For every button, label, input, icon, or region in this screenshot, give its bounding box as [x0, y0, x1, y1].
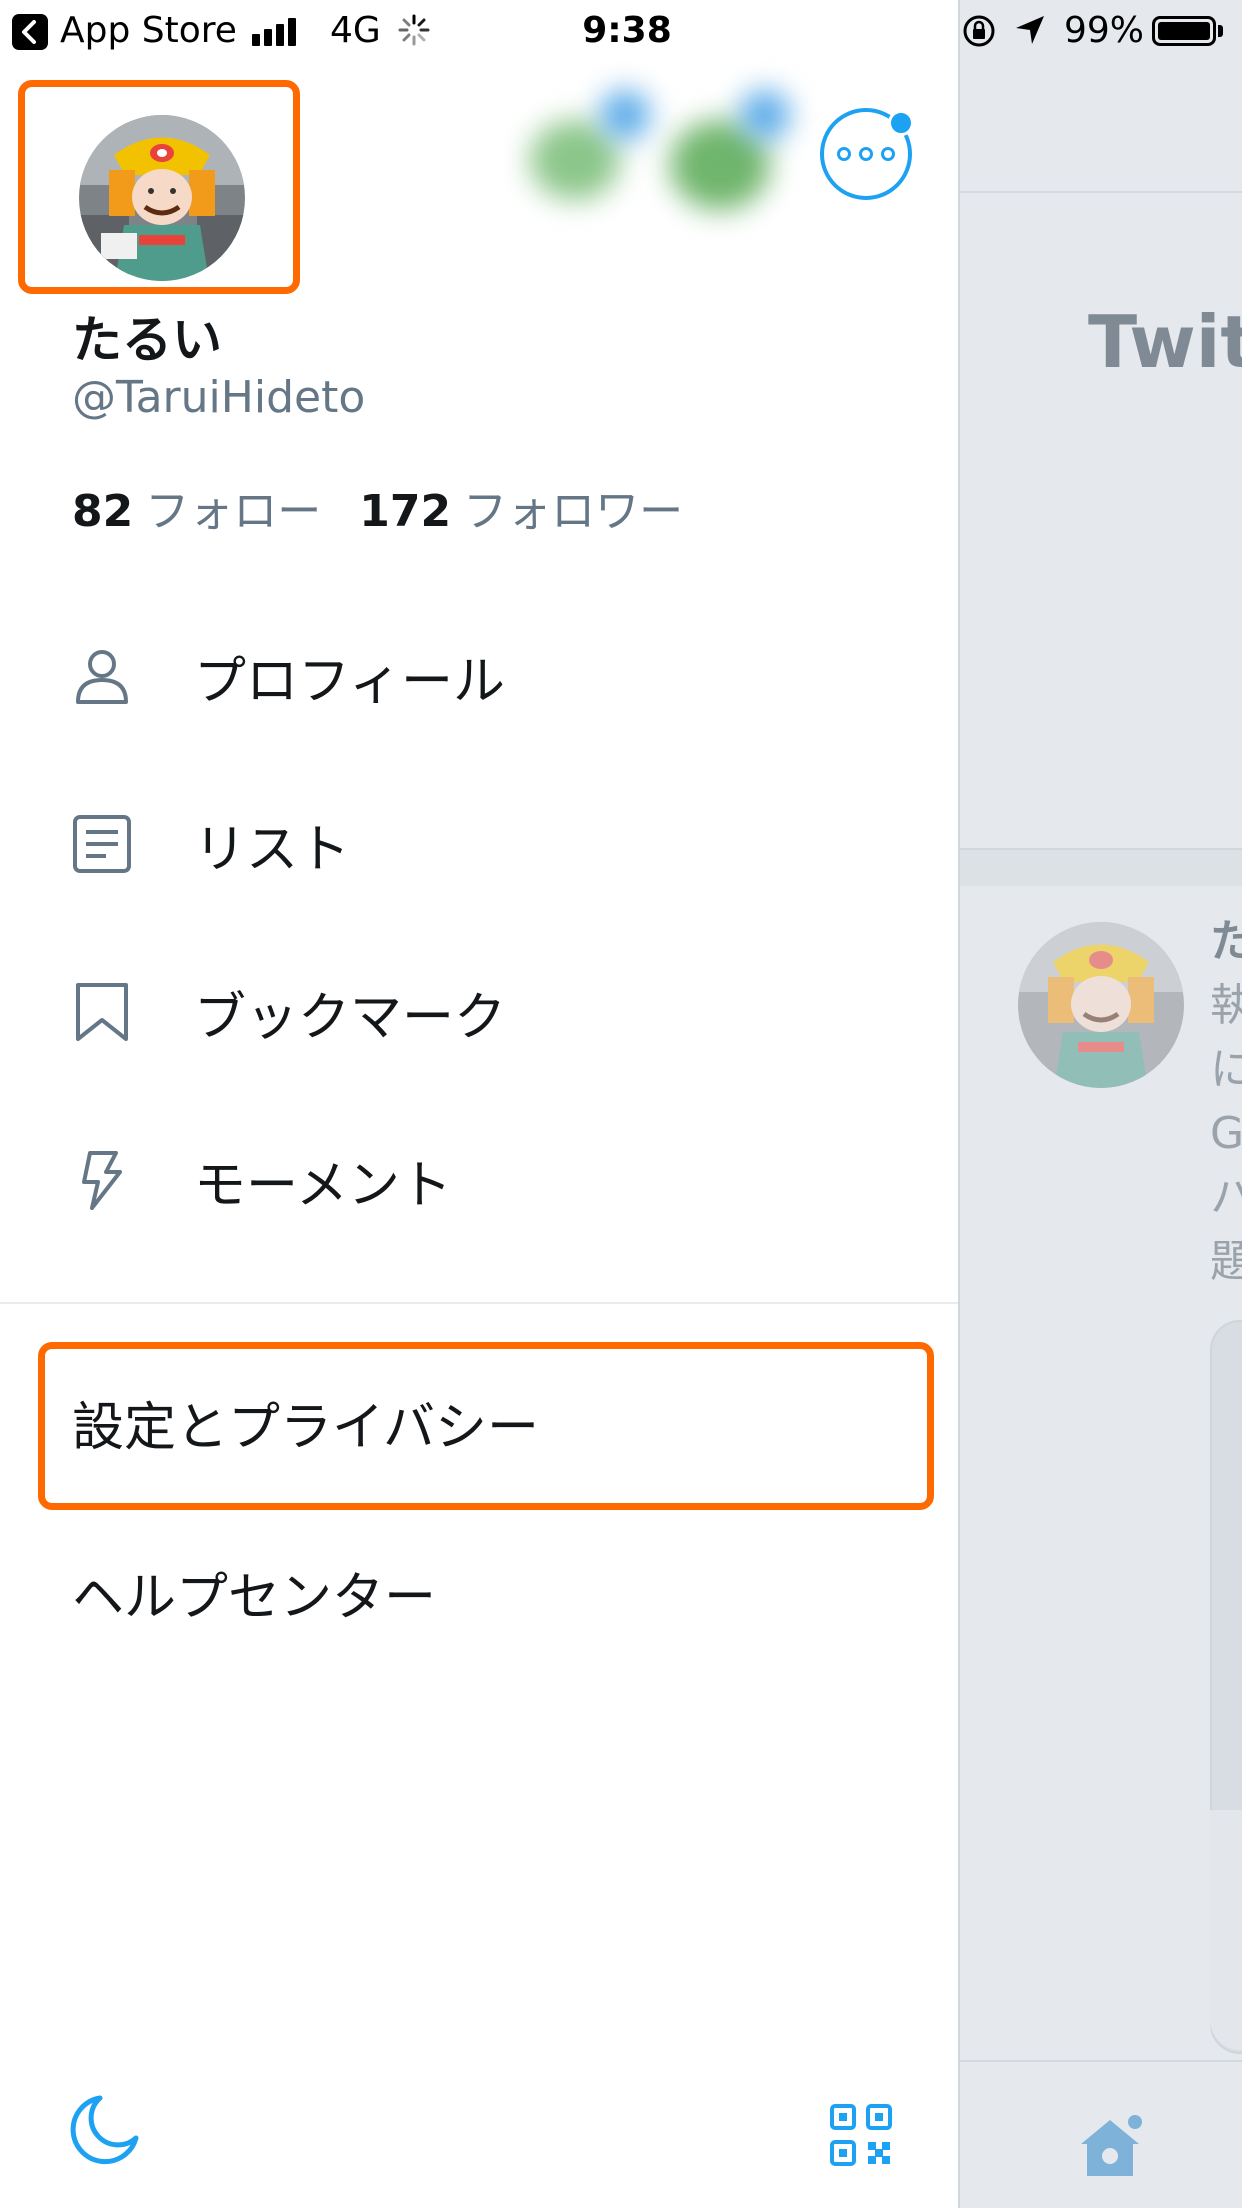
tab-bar — [960, 2060, 1242, 2208]
avatar[interactable] — [79, 115, 245, 281]
list-icon — [72, 814, 132, 874]
menu-item-moments[interactable]: モーメント — [0, 1096, 960, 1264]
followers-label: フォロワー — [463, 486, 684, 537]
location-icon — [1014, 14, 1046, 55]
menu-divider — [0, 1302, 960, 1304]
lightning-icon — [72, 1150, 132, 1210]
person-icon — [72, 646, 132, 706]
user-handle[interactable]: @TaruiHideto — [72, 372, 365, 423]
menu-label-lists: リスト — [194, 819, 351, 880]
display-name[interactable]: たるい — [72, 300, 222, 372]
tweet-avatar[interactable] — [1018, 922, 1184, 1088]
timeline-separator — [960, 848, 1242, 886]
menu-item-bookmarks[interactable]: ブックマーク — [0, 928, 960, 1096]
status-bar: App Store 4G 9:38 99% — [0, 0, 1242, 60]
battery-tip — [1218, 25, 1223, 37]
battery-icon — [1152, 16, 1216, 46]
timeline-title: Twitt — [1088, 300, 1242, 384]
drawer-edge — [958, 0, 960, 2208]
bookmark-icon — [72, 982, 132, 1042]
menu-label-moments: モーメント — [194, 1155, 452, 1216]
timeline-background[interactable]: Twitt た 執 に G ハ 題 — [960, 0, 1242, 2208]
notification-badge — [888, 110, 914, 136]
menu-label-bookmarks: ブックマーク — [194, 987, 507, 1048]
avatar-highlight — [18, 80, 300, 294]
side-drawer: たるい @TaruiHideto 82 フォロー 172 フォロワー プロフィール リ… — [0, 0, 960, 2208]
followers-link[interactable]: 172 フォロワー — [359, 486, 683, 537]
qr-code-icon[interactable] — [830, 2104, 892, 2170]
orientation-lock-icon — [962, 14, 996, 57]
following-count: 82 — [72, 486, 134, 537]
clock: 9:38 — [582, 10, 672, 51]
follow-stats: 82 フォロー 172 フォロワー — [72, 475, 683, 539]
tweet-text: た 執 に G ハ 題 — [1210, 916, 1242, 1287]
help-center-link[interactable]: ヘルプセンター — [72, 1555, 436, 1630]
moon-icon[interactable] — [66, 2092, 142, 2172]
followers-count: 172 — [359, 486, 452, 537]
following-label: フォロー — [145, 486, 322, 537]
menu-label-profile: プロフィール — [194, 651, 505, 712]
menu-item-profile[interactable]: プロフィール — [0, 592, 960, 760]
menu-item-lists[interactable]: リスト — [0, 760, 960, 928]
tweet-card-footer — [1210, 1810, 1242, 2050]
following-link[interactable]: 82 フォロー — [72, 486, 321, 537]
settings-and-privacy-link[interactable]: 設定とプライバシー — [72, 1385, 539, 1460]
home-tab-icon[interactable] — [1075, 2112, 1145, 2186]
drawer-bottom-bar — [0, 2060, 960, 2208]
ellipsis-icon — [837, 147, 895, 161]
battery-percent: 99% — [1064, 10, 1145, 51]
other-accounts[interactable] — [510, 80, 810, 220]
